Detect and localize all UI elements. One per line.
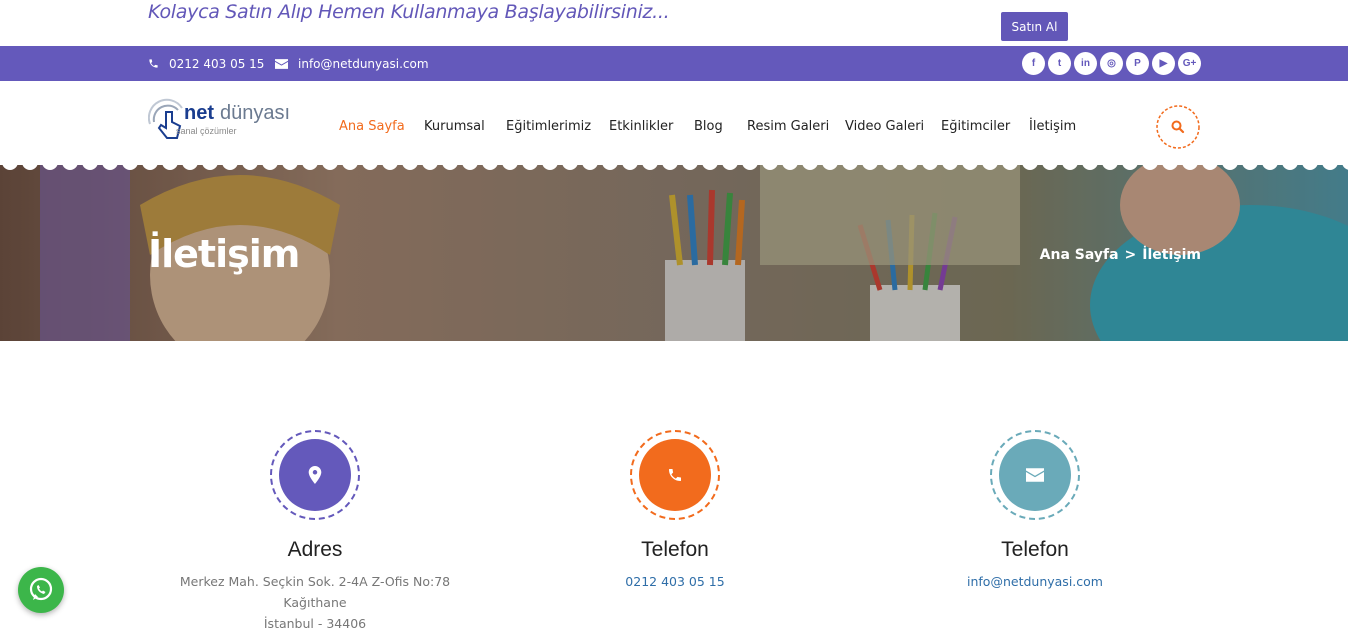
- whatsapp-icon: [29, 577, 53, 601]
- logo-tagline: sanal çözümler: [176, 126, 237, 136]
- whatsapp-button[interactable]: [18, 567, 64, 613]
- breadcrumb-current: İletişim: [1142, 247, 1201, 263]
- instagram-icon[interactable]: ◎: [1100, 52, 1123, 75]
- breadcrumb-separator: >: [1124, 247, 1137, 263]
- phone-icon: [669, 469, 681, 481]
- address-icon-circle: [270, 430, 360, 520]
- google-plus-icon[interactable]: G+: [1178, 52, 1201, 75]
- facebook-icon[interactable]: f: [1022, 52, 1045, 75]
- nav-item-1[interactable]: Kurumsal: [424, 119, 485, 134]
- topbar-phone[interactable]: 0212 403 05 15: [148, 46, 264, 81]
- topbar-phone-text: 0212 403 05 15: [169, 56, 265, 71]
- nav-item-4[interactable]: Blog: [694, 119, 723, 134]
- top-info-bar: 0212 403 05 15 info@netdunyasi.com f t in ◎…: [0, 46, 1348, 81]
- address-line-1: Merkez Mah. Seçkin Sok. 2-4A Z-Ofis No:7…: [179, 574, 451, 610]
- logo[interactable]: net dünyası sanal çözümler: [148, 98, 291, 148]
- phone-icon-circle: [630, 430, 720, 520]
- topbar-email[interactable]: info@netdunyasi.com: [275, 46, 429, 81]
- address-text: Merkez Mah. Seçkin Sok. 2-4A Z-Ofis No:7…: [165, 571, 465, 634]
- scalloped-divider: [0, 157, 1348, 171]
- hand-pointer-icon: [148, 98, 183, 139]
- twitter-icon[interactable]: t: [1048, 52, 1071, 75]
- linkedin-icon[interactable]: in: [1074, 52, 1097, 75]
- breadcrumb: Ana Sayfa > İletişim: [1040, 247, 1201, 263]
- map-marker-icon: [308, 466, 322, 484]
- buy-button[interactable]: Satın Al: [1001, 12, 1068, 41]
- nav-item-3[interactable]: Etkinlikler: [609, 119, 673, 134]
- topbar-email-text: info@netdunyasi.com: [298, 56, 429, 71]
- address-title: Adres: [287, 538, 343, 561]
- logo-brand-bold: net: [184, 102, 214, 124]
- nav-item-2[interactable]: Eğitimlerimiz: [506, 119, 591, 134]
- hero-banner: İletişim Ana Sayfa > İletişim: [0, 165, 1348, 341]
- nav-item-6[interactable]: Video Galeri: [845, 119, 924, 134]
- page-title: İletişim: [148, 232, 300, 276]
- envelope-icon: [275, 58, 288, 69]
- phone-text: 0212 403 05 15: [525, 571, 825, 592]
- promo-bar: Kolayca Satın Alıp Hemen Kullanmaya Başl…: [0, 0, 1348, 46]
- email-text: info@netdunyasi.com: [885, 571, 1185, 592]
- phone-icon: [149, 59, 158, 68]
- promo-text: Kolayca Satın Alıp Hemen Kullanmaya Başl…: [148, 1, 670, 23]
- nav-item-5[interactable]: Resim Galeri: [747, 119, 829, 134]
- search-button[interactable]: [1155, 104, 1201, 150]
- envelope-icon: [1026, 468, 1044, 482]
- email-icon-circle: [990, 430, 1080, 520]
- main-navbar: net dünyası sanal çözümler Ana Sayfa Kuru…: [0, 81, 1348, 167]
- nav-item-8[interactable]: İletişim: [1029, 119, 1076, 134]
- phone-title: Telefon: [641, 538, 709, 561]
- pinterest-icon[interactable]: P: [1126, 52, 1149, 75]
- youtube-icon[interactable]: ▶: [1152, 52, 1175, 75]
- nav-item-0[interactable]: Ana Sayfa: [339, 119, 405, 134]
- social-links: f t in ◎ P ▶ G+: [1022, 52, 1201, 75]
- address-line-2: İstanbul - 34406: [263, 616, 367, 631]
- logo-brand-light: dünyası: [220, 102, 291, 124]
- nav-item-7[interactable]: Eğitimciler: [941, 119, 1010, 134]
- phone-link[interactable]: 0212 403 05 15: [625, 574, 724, 589]
- email-title: Telefon: [1001, 538, 1069, 561]
- breadcrumb-home[interactable]: Ana Sayfa: [1040, 247, 1119, 263]
- email-link[interactable]: info@netdunyasi.com: [967, 574, 1103, 589]
